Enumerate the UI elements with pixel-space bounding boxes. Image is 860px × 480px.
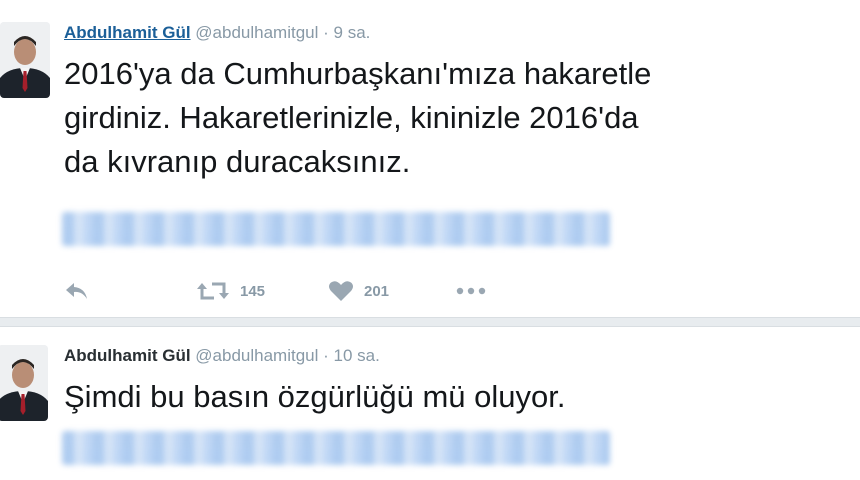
tweet-actions: 145 201 [64,276,494,306]
author-handle[interactable]: @abdulhamitgul [195,23,318,42]
tweet-text-line: da kıvranıp duracaksınız. [64,144,411,179]
avatar[interactable] [0,22,50,98]
profile-photo [0,22,50,98]
avatar[interactable] [0,345,48,421]
author-handle[interactable]: @abdulhamitgul [195,346,318,365]
tweet-timestamp[interactable]: 9 sa. [334,23,371,42]
tweet-card[interactable]: Abdulhamit Gül @abdulhamitgul · 9 sa. 20… [0,0,860,318]
profile-photo [0,345,48,421]
tweet-card[interactable]: Abdulhamit Gül @abdulhamitgul · 10 sa. Ş… [0,326,860,480]
retweet-count: 145 [240,282,266,300]
header-separator: · [323,346,329,365]
tweet-timestamp[interactable]: 10 sa. [334,346,380,365]
tweet-text-line: girdiniz. Hakaretlerinizle, kininizle 20… [64,100,639,135]
header-separator: · [323,23,329,42]
blurred-link[interactable] [62,212,610,246]
tweet-text: Şimdi bu basın özgürlüğü mü oluyor. [64,375,565,419]
reply-button[interactable] [64,276,90,306]
tweet-text: 2016'ya da Cumhurbaşkanı'mıza hakaretle … [64,52,651,184]
heart-icon [329,281,353,301]
more-button[interactable] [456,276,486,306]
retweet-icon [197,282,229,300]
more-icon [456,287,486,295]
like-button[interactable]: 201 [328,276,389,306]
author-name[interactable]: Abdulhamit Gül [64,23,191,42]
retweet-button[interactable]: 145 [196,276,265,306]
tweet-header: Abdulhamit Gül @abdulhamitgul · 10 sa. [64,346,380,366]
tweet-text-line: Şimdi bu basın özgürlüğü mü oluyor. [64,379,566,414]
blurred-link[interactable] [62,431,610,465]
tweet-feed: Abdulhamit Gül @abdulhamitgul · 9 sa. 20… [0,0,860,480]
tweet-text-line: 2016'ya da Cumhurbaşkanı'mıza hakaretle [64,56,652,91]
author-name[interactable]: Abdulhamit Gül [64,346,191,365]
tweet-header: Abdulhamit Gül @abdulhamitgul · 9 sa. [64,23,370,43]
like-count: 201 [364,282,390,300]
reply-icon [66,283,87,299]
